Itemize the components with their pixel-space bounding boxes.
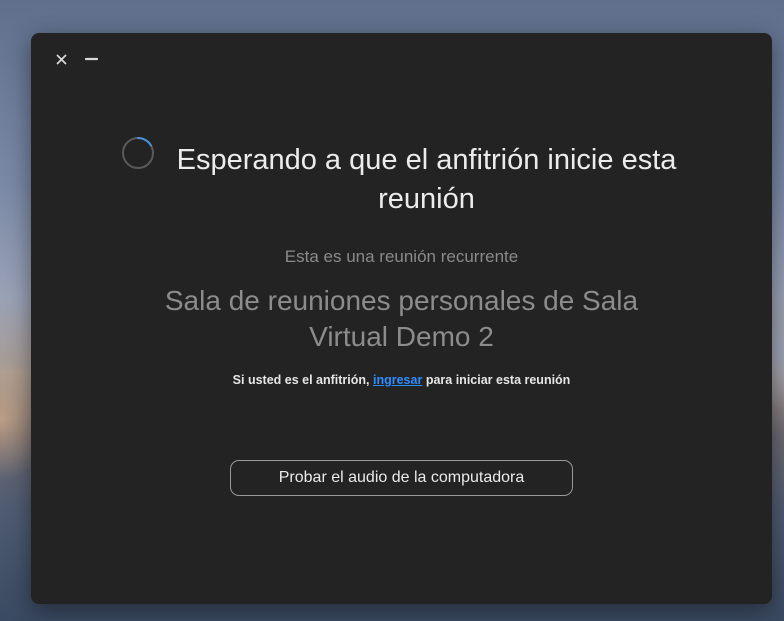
heading-row: Esperando a que el anfitrión inicie esta… bbox=[31, 141, 772, 219]
host-login-link[interactable]: ingresar bbox=[373, 373, 422, 387]
host-prompt-prefix: Si usted es el anfitrión, bbox=[232, 373, 370, 387]
recurring-meeting-text: Esta es una reunión recurrente bbox=[284, 247, 519, 266]
meeting-room-name: Sala de reuniones personales de Sala Vir… bbox=[164, 285, 639, 352]
test-computer-audio-button[interactable]: Probar el audio de la computadora bbox=[230, 460, 573, 496]
page-title: Esperando a que el anfitrión inicie esta… bbox=[176, 144, 677, 215]
host-login-prompt: Si usted es el anfitrión, ingresar para … bbox=[31, 373, 772, 387]
host-prompt-suffix: para iniciar esta reunión bbox=[425, 373, 571, 387]
waiting-room-window: Esperando a que el anfitrión inicie esta… bbox=[31, 33, 772, 604]
waiting-content: Esperando a que el anfitrión inicie esta… bbox=[31, 33, 772, 604]
